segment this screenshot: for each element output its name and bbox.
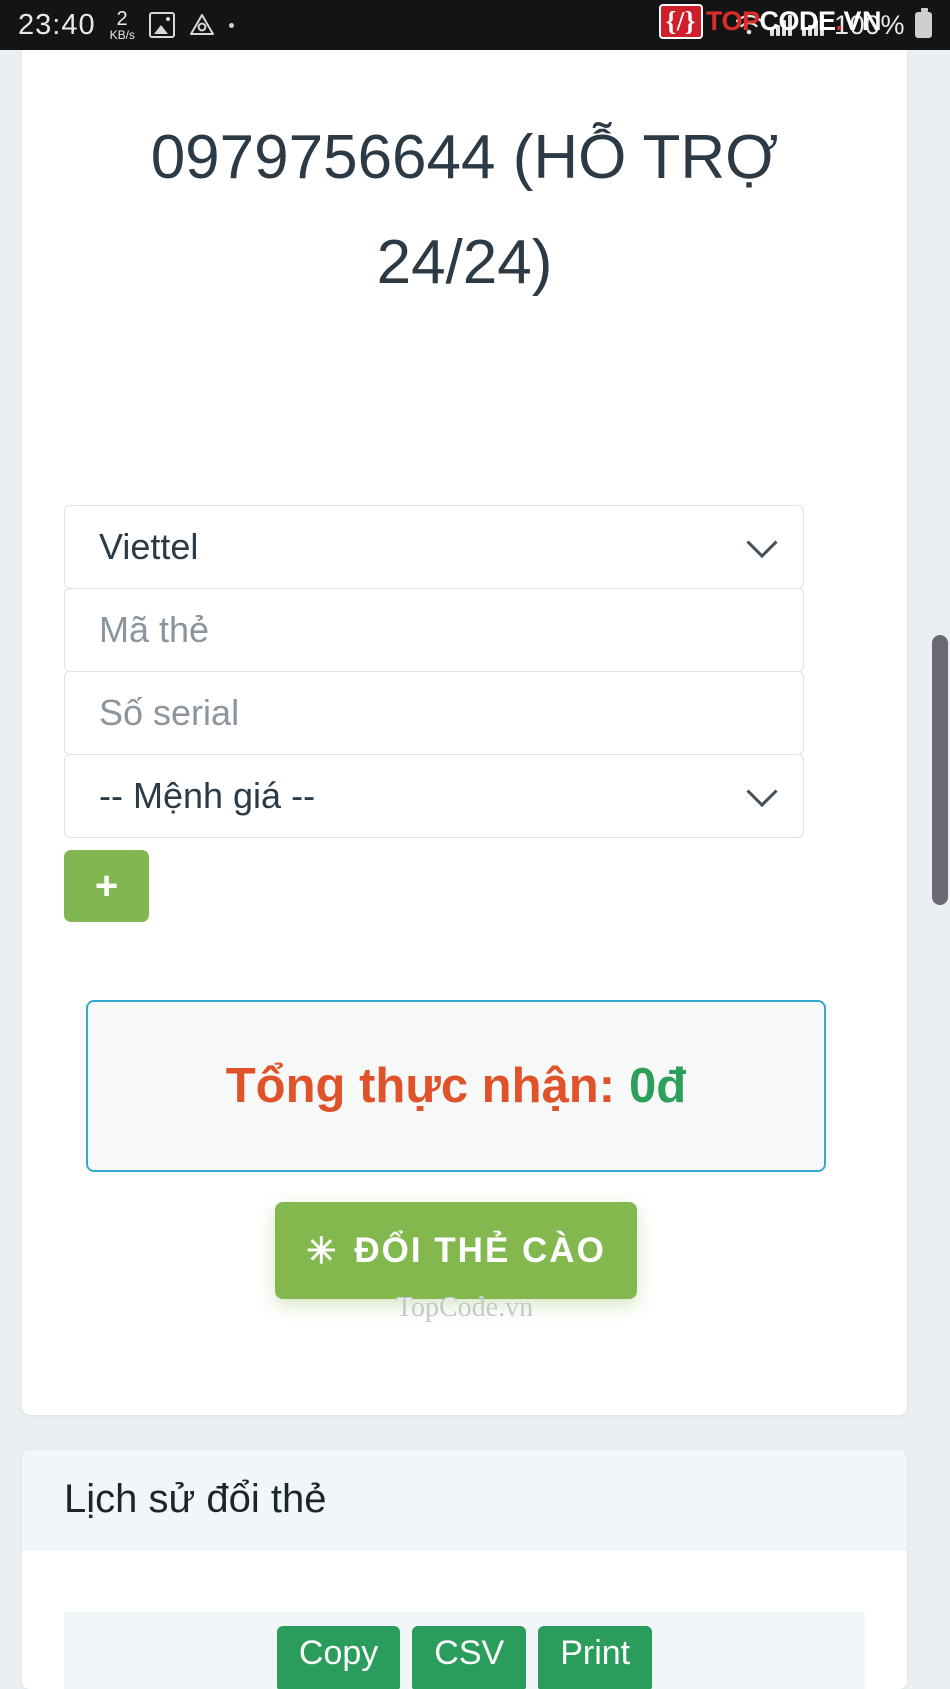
card-code-placeholder: Mã thẻ [99,609,210,650]
logo-dot-text: . [835,6,844,36]
network-speed-unit: KB/s [109,28,135,42]
logo-brace-icon: {/} [658,4,703,39]
battery-icon [915,8,932,38]
chevron-down-icon [746,776,778,808]
submit-exchange-label: ĐỔI THẺ CÀO [354,1230,606,1270]
dot-icon [228,22,234,28]
card-code-input[interactable]: Mã thẻ [64,588,804,672]
print-button[interactable]: Print [538,1626,653,1689]
logo-top-text: TOP [705,6,760,36]
submit-exchange-button[interactable]: ✳ ĐỔI THẺ CÀO [275,1202,637,1299]
page-content: 0979756644 (HỖ TRỢ 24/24) Viettel Mã thẻ… [0,50,950,1689]
network-speed-value: 2 [116,8,129,30]
serial-input[interactable]: Số serial [64,671,804,755]
card-exchange: 0979756644 (HỖ TRỢ 24/24) Viettel Mã thẻ… [22,50,907,1415]
amount-select[interactable]: -- Mệnh giá -- [64,754,804,838]
status-bar-left: 23:40 2 KB/s [18,9,234,42]
amount-select-value: -- Mệnh giá -- [99,775,316,816]
history-body: Copyright © TopCode.vn Copy CSV Print [22,1550,907,1689]
chevron-down-icon [746,527,778,559]
drive-icon [189,13,215,37]
page-scrollbar[interactable] [928,50,950,1689]
network-speed-indicator: 2 KB/s [110,9,135,41]
history-title: Lịch sử đổi thẻ [64,1477,327,1521]
exchange-form: Viettel Mã thẻ Số serial -- Mệnh giá -- … [64,505,804,922]
status-bar: 23:40 2 KB/s 100% {/} TOP CODE . VN [0,0,950,50]
telco-select[interactable]: Viettel [64,505,804,589]
phone-screen: 23:40 2 KB/s 100% {/} TOP CODE . VN 0979… [0,0,950,1689]
csv-button[interactable]: CSV [412,1626,527,1689]
logo-vn-text: VN [843,6,882,36]
status-clock: 23:40 [18,8,96,41]
asterisk-icon: ✳ [306,1229,339,1271]
total-receive-box: Tổng thực nhận: 0đ [86,1000,826,1172]
copy-button[interactable]: Copy [276,1626,401,1689]
card-history: Lịch sử đổi thẻ Copyright © TopCode.vn C… [22,1450,907,1689]
logo-code-text: CODE [759,6,836,36]
topcode-logo-watermark: {/} TOP CODE . VN [658,4,882,39]
add-card-button[interactable]: + [64,850,149,922]
hotline-heading: 0979756644 (HỖ TRỢ 24/24) [150,123,779,298]
history-toolbar: Copy CSV Print [64,1612,865,1689]
telco-select-value: Viettel [99,526,199,567]
total-receive-label: Tổng thực nhận: [225,1059,616,1113]
serial-placeholder: Số serial [99,692,240,733]
total-receive-value: 0đ [629,1059,687,1113]
topcode-text-watermark: TopCode.vn [395,1292,534,1323]
history-header: Lịch sử đổi thẻ [22,1450,907,1550]
image-icon [148,12,175,38]
scrollbar-thumb[interactable] [932,635,948,905]
